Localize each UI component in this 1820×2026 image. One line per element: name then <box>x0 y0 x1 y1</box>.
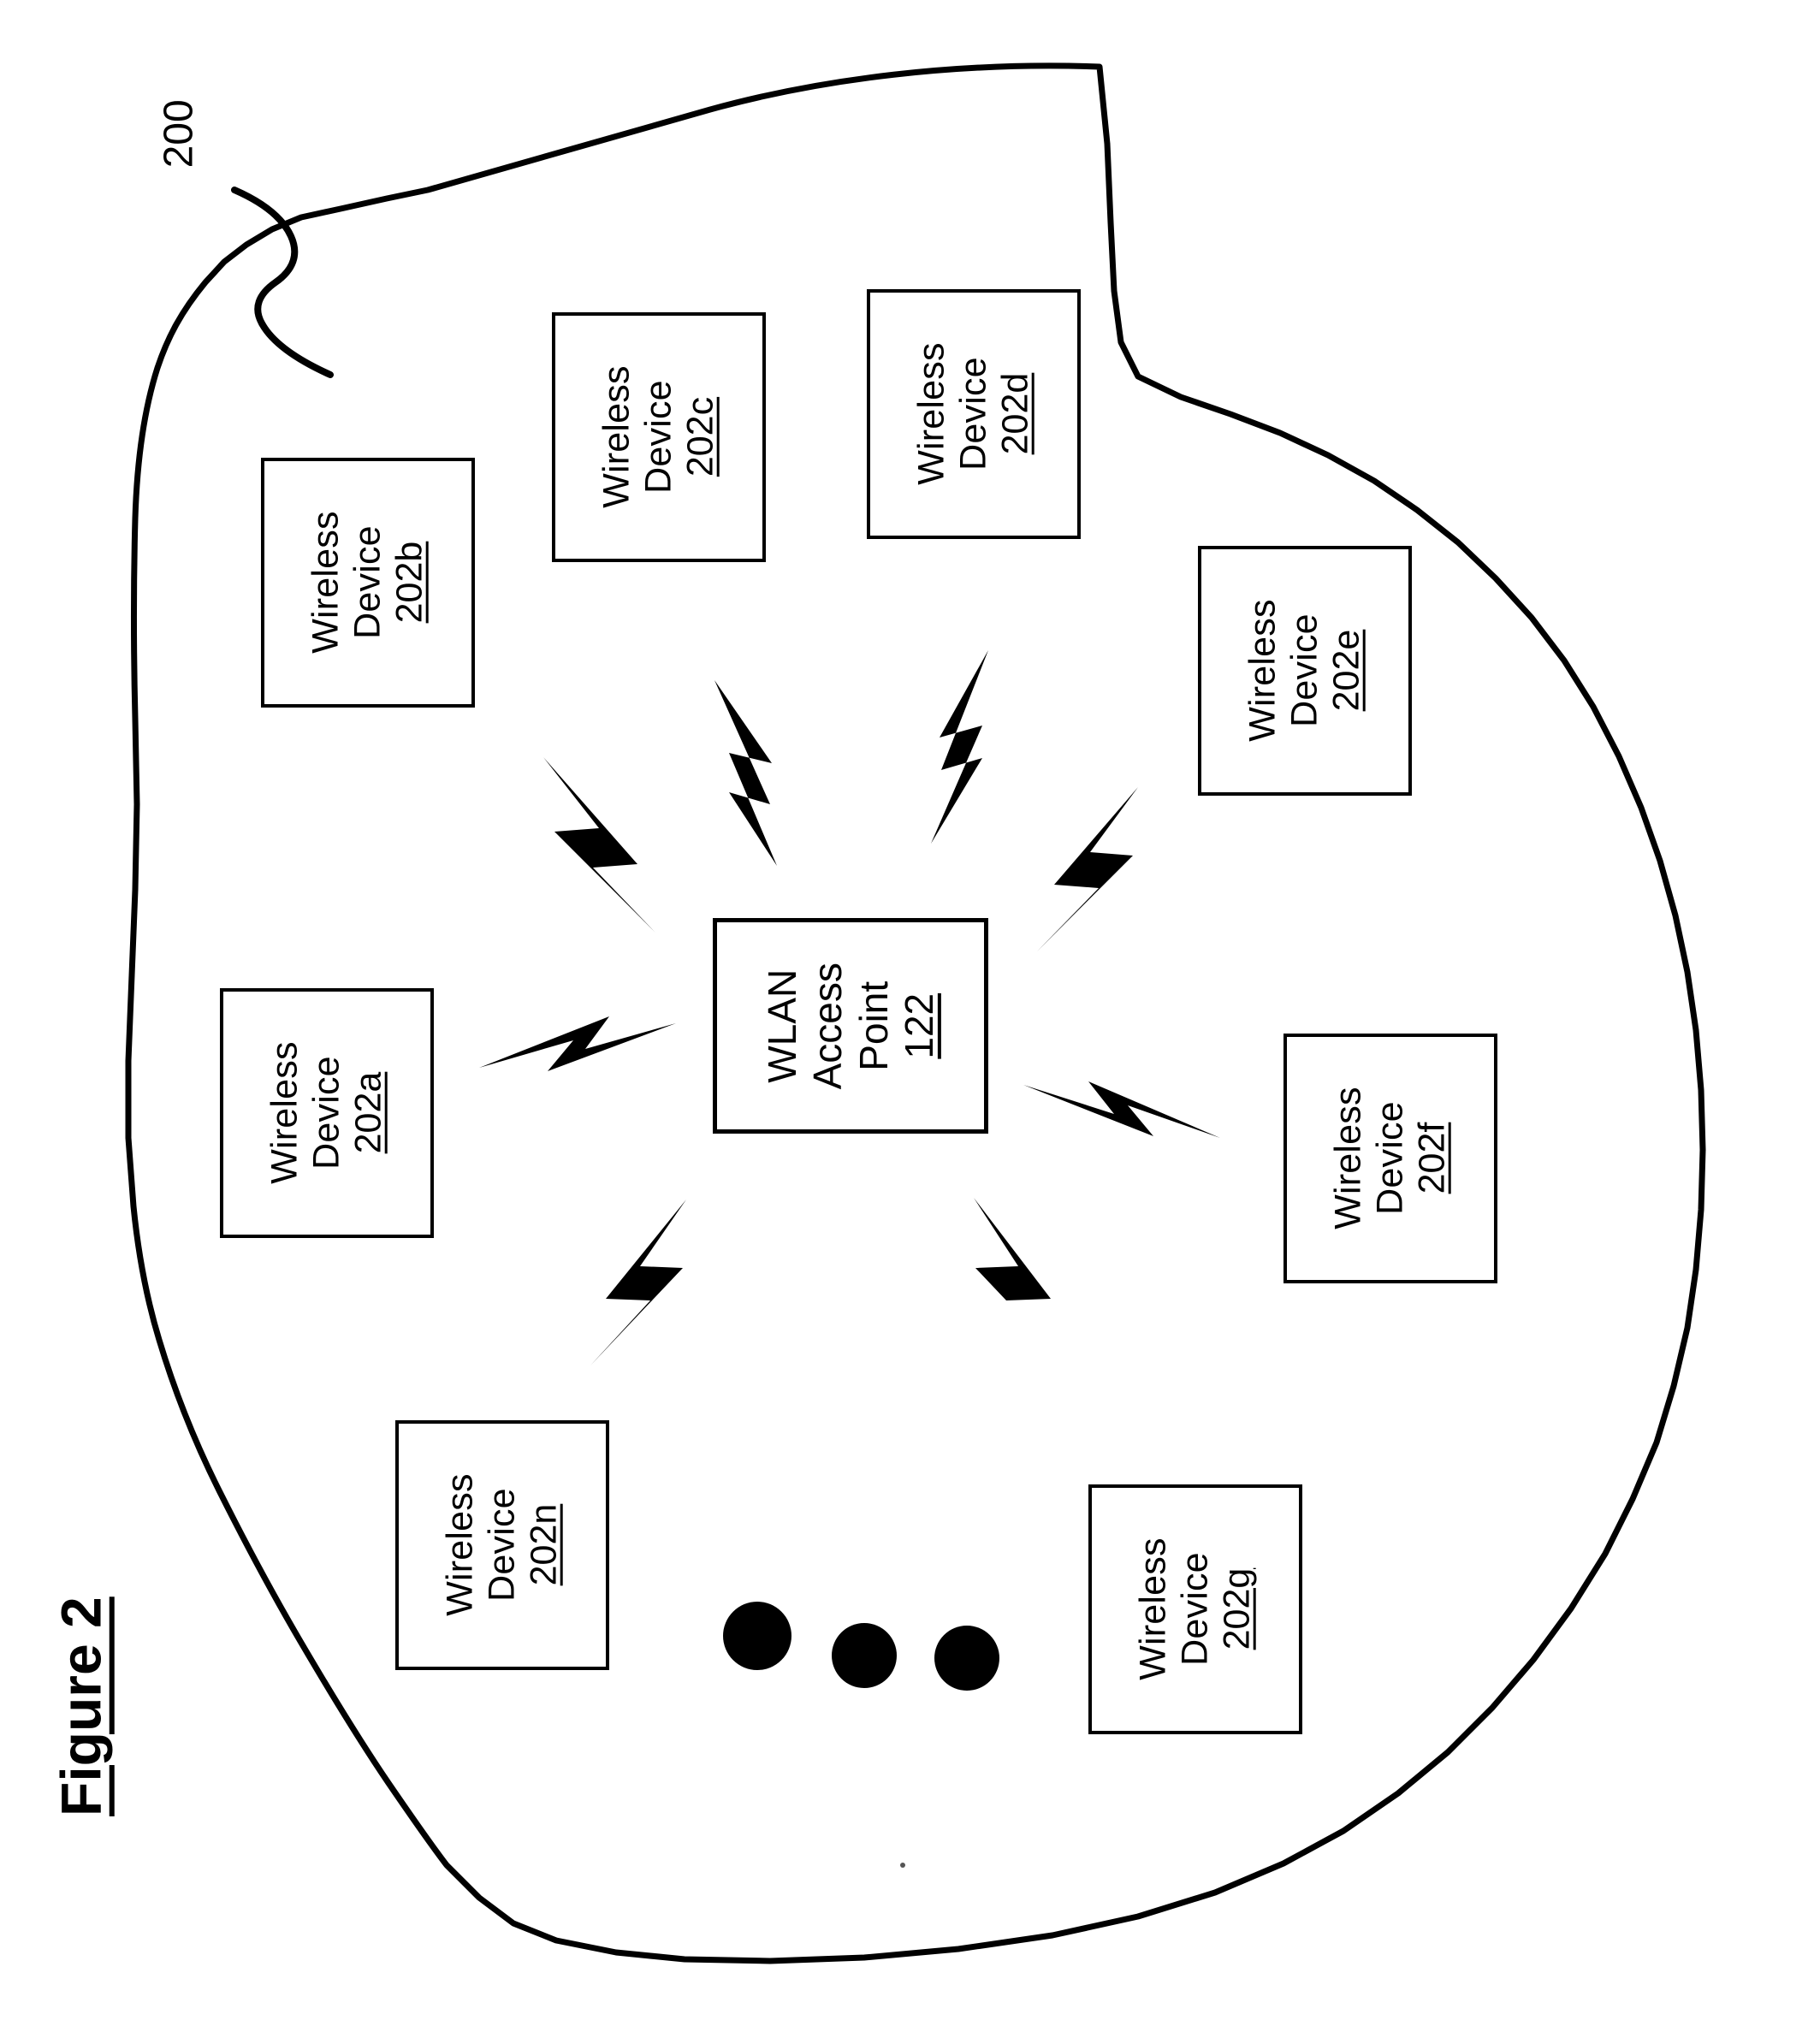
wireless-device-202g-number: 202g <box>1216 1568 1258 1650</box>
coverage-area-reference-text: 200 <box>156 98 202 169</box>
wireless-device-202a-line2: Device <box>305 1056 347 1170</box>
signal-bolt-n-right <box>931 650 988 844</box>
wlan-access-point-number: 122 <box>896 992 941 1059</box>
wireless-device-202b-box[interactable]: Wireless Device 202b <box>261 458 475 708</box>
ellipsis-dot <box>723 1602 791 1670</box>
signal-bolt-ne <box>1037 787 1138 951</box>
wlan-access-point-line1: WLAN <box>759 969 804 1083</box>
wireless-device-202f-number: 202f <box>1411 1123 1453 1194</box>
wireless-device-202a-line1: Wireless <box>264 1041 305 1185</box>
wireless-device-202c-line2: Device <box>637 380 679 495</box>
wlan-access-point-label: WLAN Access Point 122 <box>760 963 942 1089</box>
wireless-device-202b-line1: Wireless <box>305 511 347 655</box>
wlan-access-point-line2: Access <box>805 962 851 1090</box>
scan-artifact-dot <box>900 1863 905 1868</box>
wireless-device-202g-box[interactable]: Wireless Device 202g <box>1088 1484 1302 1734</box>
wireless-device-202n-line1: Wireless <box>439 1473 481 1617</box>
wireless-device-202g-line1: Wireless <box>1132 1537 1174 1681</box>
wireless-device-202a-box[interactable]: Wireless Device 202a <box>220 988 434 1238</box>
signal-bolt-sw <box>590 1200 686 1365</box>
wireless-device-202c-label: Wireless Device 202c <box>596 366 721 508</box>
wireless-device-202b-label: Wireless Device 202b <box>305 512 430 654</box>
wireless-device-202e-number: 202e <box>1325 630 1367 712</box>
wireless-device-202n-label: Wireless Device 202n <box>439 1474 565 1616</box>
wireless-device-202f-line2: Device <box>1369 1101 1411 1216</box>
wireless-device-202a-label: Wireless Device 202a <box>264 1042 389 1184</box>
wireless-device-202d-label: Wireless Device 202d <box>910 343 1036 485</box>
wireless-device-202d-line2: Device <box>952 357 994 471</box>
signal-bolt-se <box>974 1198 1068 1365</box>
figure-caption: Figure 2 <box>17 1506 145 1908</box>
ellipsis-dot <box>934 1626 999 1691</box>
wireless-device-202c-box[interactable]: Wireless Device 202c <box>552 312 766 562</box>
wireless-device-202b-line2: Device <box>347 525 388 640</box>
wireless-device-202e-line1: Wireless <box>1242 599 1283 743</box>
wireless-device-202b-number: 202b <box>388 542 430 624</box>
wlan-access-point-box[interactable]: WLAN Access Point 122 <box>713 918 988 1134</box>
patent-figure-page: Figure 2 200 WLAN Access Point 122 Wirel… <box>0 0 1820 2026</box>
wireless-device-202d-number: 202d <box>994 373 1036 455</box>
ellipsis-dots <box>723 1602 999 1691</box>
wlan-access-point-line3: Point <box>851 980 896 1071</box>
wireless-device-202d-box[interactable]: Wireless Device 202d <box>867 289 1081 539</box>
figure-caption-text: Figure 2 <box>49 1597 113 1817</box>
wireless-device-202e-label: Wireless Device 202e <box>1242 600 1367 742</box>
wireless-device-202g-label: Wireless Device 202g <box>1132 1538 1258 1680</box>
wireless-device-202c-line1: Wireless <box>596 365 637 509</box>
signal-bolt-nw <box>543 757 655 933</box>
wireless-device-202n-number: 202n <box>523 1504 565 1586</box>
wireless-device-202f-line1: Wireless <box>1327 1087 1369 1230</box>
ellipsis-dot <box>832 1623 897 1688</box>
wireless-device-202a-number: 202a <box>347 1072 389 1154</box>
wireless-device-202f-box[interactable]: Wireless Device 202f <box>1283 1034 1497 1283</box>
reference-leader-line <box>231 187 334 378</box>
coverage-area-reference-label: 200 <box>128 74 231 193</box>
wireless-device-202f-label: Wireless Device 202f <box>1327 1087 1453 1229</box>
wireless-device-202c-number: 202c <box>679 397 721 477</box>
wireless-device-202n-line2: Device <box>481 1488 523 1602</box>
signal-bolt-n-left <box>714 680 777 866</box>
wireless-device-202e-line2: Device <box>1283 613 1325 728</box>
wireless-device-202g-line2: Device <box>1174 1552 1216 1667</box>
wireless-device-202d-line1: Wireless <box>910 342 952 486</box>
wireless-device-202n-box[interactable]: Wireless Device 202n <box>395 1420 609 1670</box>
signal-bolt-w <box>479 1016 676 1071</box>
signal-bolt-e <box>1023 1081 1220 1138</box>
wireless-device-202e-box[interactable]: Wireless Device 202e <box>1198 546 1412 796</box>
